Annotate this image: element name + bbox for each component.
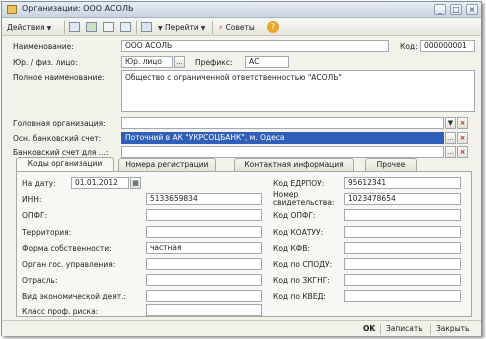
opf-label: ОПФГ: [22, 211, 48, 220]
parent-org-field[interactable] [121, 117, 444, 129]
bank-account-field[interactable]: Поточний в АК "УКРСОЦБАНК", м. Одеса [121, 132, 444, 144]
minimize-button[interactable]: _ [434, 4, 446, 15]
entity-type-label: Юр. / физ. лицо: [13, 58, 78, 67]
industry-field[interactable] [146, 274, 262, 286]
kfv-label: Код КФВ: [273, 244, 310, 253]
edrpou-field[interactable]: 95612341 [344, 177, 461, 189]
maximize-button[interactable]: □ [450, 4, 462, 15]
bank-account2-clear-icon[interactable]: × [457, 146, 468, 158]
spodu-field[interactable] [344, 258, 461, 270]
calendar-icon[interactable]: ▦ [130, 177, 141, 189]
kfv-field[interactable] [344, 242, 461, 254]
kopfg-label: Код ОПФГ: [273, 211, 316, 220]
cert-label-line2: свидетельства: [273, 198, 335, 207]
parent-org-dropdown-icon[interactable]: ▼ [445, 117, 456, 129]
toolbar: Действия ▼ ▼ Перейти ▼ ⚡ Советы ? [2, 19, 481, 36]
bank-account-select-icon[interactable]: … [445, 132, 456, 144]
goto-button[interactable]: Перейти ▼ [165, 21, 205, 34]
advice-label: Советы [225, 23, 255, 32]
chevron-down-icon: ▼ [200, 25, 206, 32]
cert-number-field[interactable]: 1023478654 [344, 193, 461, 205]
chevron-down-icon: ▼ [158, 25, 163, 32]
kved-field[interactable] [344, 290, 461, 302]
folder-icon [7, 5, 17, 14]
tab-org-codes[interactable]: Коды организации [16, 157, 114, 172]
parent-org-clear-icon[interactable]: × [457, 117, 468, 129]
save-button[interactable]: Записать [386, 324, 423, 333]
koatuu-field[interactable] [344, 226, 461, 238]
chevron-down-icon: ▼ [46, 25, 52, 32]
full-name-field[interactable]: Общество с ограниченной ответственностью… [121, 70, 475, 112]
territory-field[interactable] [146, 226, 262, 238]
entity-type-dropdown-icon[interactable]: … [174, 56, 185, 68]
ownership-field[interactable]: частная [146, 242, 262, 254]
goto-label: Перейти [165, 23, 199, 32]
inn-field[interactable]: 5133659834 [146, 193, 262, 205]
koatuu-label: Код КОАТУУ: [273, 228, 324, 237]
ownership-label: Форма собственности: [22, 244, 112, 253]
entity-type-select[interactable]: Юр. лицо [121, 56, 173, 68]
close-form-button[interactable]: Закрыть [436, 324, 469, 333]
actions-label: Действия [7, 23, 45, 32]
actions-menu[interactable]: Действия ▼ [7, 21, 51, 34]
help-icon[interactable]: ? [267, 21, 279, 33]
bank-account2-select-icon[interactable]: … [445, 146, 456, 158]
zkgng-field[interactable] [344, 274, 461, 286]
activity-label: Вид экономической деят.: [22, 292, 126, 301]
territory-label: Территория: [22, 228, 72, 237]
full-name-label: Полное наименование: [13, 73, 105, 82]
list-view-icon[interactable] [69, 22, 80, 32]
spodu-label: Код по СПОДУ: [273, 260, 333, 269]
button-separator [430, 324, 431, 335]
prefix-field[interactable]: АС [245, 56, 289, 68]
ok-button[interactable]: OK [363, 324, 375, 333]
gov-body-label: Орган гос. управления: [22, 260, 116, 269]
prefix-label: Префикс: [195, 58, 233, 67]
bank-account-label: Осн. банковский счет: [13, 134, 102, 143]
copy-icon[interactable] [103, 22, 114, 32]
zkgng-label: Код по ЗКГНГ: [273, 276, 330, 285]
code-field[interactable]: 000000001 [420, 40, 475, 52]
kved-label: Код по КВЕД: [273, 292, 326, 301]
activity-field[interactable] [146, 290, 262, 302]
window-title: Организации: ООО АСОЛЬ [22, 4, 134, 13]
refresh-icon[interactable] [120, 22, 131, 32]
risk-class-field[interactable] [146, 304, 262, 316]
risk-class-label: Класс проф. риска: [22, 307, 99, 316]
tab-contact-info[interactable]: Контактная информация [234, 158, 354, 171]
bank-account-clear-icon[interactable]: × [457, 132, 468, 144]
edrpou-label: Код ЕДРПОУ: [273, 179, 325, 188]
bottom-bar: OK Записать Закрыть [2, 320, 481, 336]
lightning-icon: ⚡ [218, 23, 224, 32]
inn-label: ИНН: [22, 195, 42, 204]
bank-account2-label: Банковский счет для ...: [13, 148, 109, 157]
name-label: Наименование: [13, 42, 74, 51]
advice-button[interactable]: ⚡ Советы [218, 21, 255, 34]
close-button[interactable]: × [466, 4, 478, 15]
name-field[interactable]: ООО АСОЛЬ [121, 40, 389, 52]
structure-icon[interactable] [141, 22, 152, 32]
kopfg-field[interactable] [344, 209, 461, 221]
bank-account2-field[interactable] [121, 146, 444, 158]
industry-label: Отрасль: [22, 276, 58, 285]
toolbar-separator [212, 21, 213, 34]
code-label: Код: [400, 42, 418, 51]
date-field[interactable]: 01.01.2012 [71, 177, 129, 189]
toolbar-separator [64, 21, 65, 34]
organization-window: Организации: ООО АСОЛЬ _ □ × Действия ▼ ▼… [1, 1, 482, 336]
date-label: На дату: [22, 179, 56, 188]
toolbar-separator [136, 21, 137, 34]
goto-menu[interactable]: ▼ [156, 21, 163, 34]
table-edit-icon[interactable] [86, 22, 97, 32]
org-codes-panel: На дату: 01.01.2012 ▦ ИНН: 5133659834 ОП… [16, 171, 472, 317]
opf-field[interactable] [146, 209, 262, 221]
parent-org-label: Головная организация: [13, 119, 106, 128]
tab-registration-numbers[interactable]: Номера регистрации [118, 158, 216, 171]
tab-other[interactable]: Прочее [365, 158, 417, 171]
gov-body-field[interactable] [146, 258, 262, 270]
title-bar[interactable]: Организации: ООО АСОЛЬ _ □ × [2, 2, 481, 18]
button-separator [380, 324, 381, 335]
